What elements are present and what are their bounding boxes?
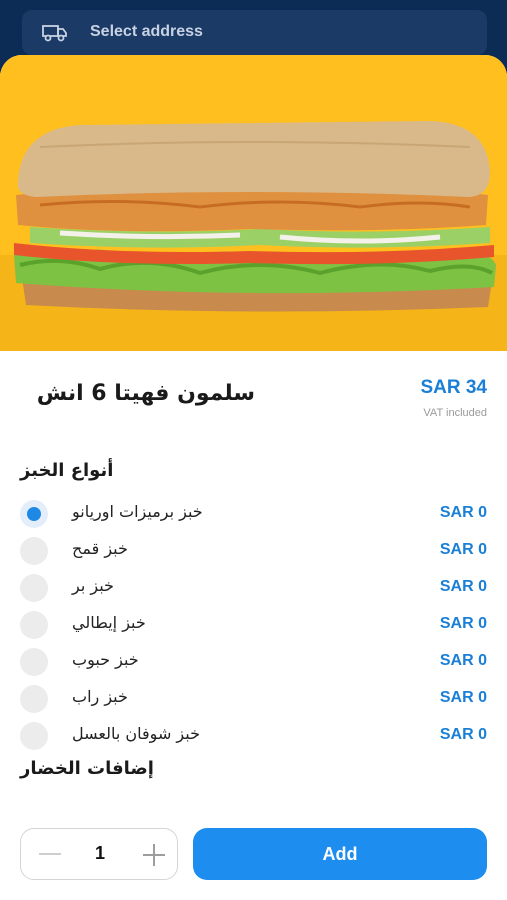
- bread-option-2[interactable]: خبز بر SAR 0: [0, 572, 507, 604]
- plus-icon[interactable]: [143, 844, 165, 866]
- minus-icon[interactable]: [39, 853, 61, 855]
- product-sheet: سلمون فهيتا 6 انش SAR 34 VAT included أن…: [0, 55, 507, 900]
- select-address-button[interactable]: Select address: [22, 10, 487, 55]
- select-address-label: Select address: [90, 23, 203, 40]
- product-title: سلمون فهيتا 6 انش: [36, 381, 255, 406]
- bread-option-0[interactable]: خبز برميزات اوريانو SAR 0: [0, 498, 507, 530]
- option-label: خبز قمح: [72, 539, 128, 558]
- option-price: SAR 0: [439, 578, 487, 595]
- bread-option-4[interactable]: خبز حبوب SAR 0: [0, 646, 507, 678]
- option-price: SAR 0: [439, 504, 487, 521]
- sandwich-image: [0, 55, 507, 351]
- option-label: خبز برميزات اوريانو: [72, 502, 203, 521]
- vat-note: VAT included: [423, 407, 487, 419]
- quantity-stepper[interactable]: 1: [20, 828, 178, 880]
- radio-button[interactable]: [20, 685, 48, 713]
- product-image: [0, 55, 507, 351]
- product-header: سلمون فهيتا 6 انش SAR 34 VAT included: [0, 373, 507, 433]
- add-button[interactable]: Add: [193, 828, 487, 880]
- option-label: خبز بر: [72, 576, 114, 595]
- radio-button-selected[interactable]: [20, 500, 48, 528]
- bread-section-title: أنواع الخبز: [20, 460, 114, 481]
- option-label: خبز حبوب: [72, 650, 139, 669]
- bread-option-6[interactable]: خبز شوفان بالعسل SAR 0: [0, 720, 507, 752]
- option-label: خبز راب: [72, 687, 128, 706]
- bread-option-1[interactable]: خبز قمح SAR 0: [0, 535, 507, 567]
- radio-button[interactable]: [20, 537, 48, 565]
- option-price: SAR 0: [439, 615, 487, 632]
- option-label: خبز شوفان بالعسل: [72, 724, 200, 743]
- product-price: SAR 34: [420, 377, 487, 398]
- bread-option-5[interactable]: خبز راب SAR 0: [0, 683, 507, 715]
- radio-button[interactable]: [20, 611, 48, 639]
- radio-button[interactable]: [20, 722, 48, 750]
- truck-icon: [42, 25, 67, 42]
- radio-button[interactable]: [20, 574, 48, 602]
- bread-option-3[interactable]: خبز إيطالي SAR 0: [0, 609, 507, 641]
- radio-button[interactable]: [20, 648, 48, 676]
- option-price: SAR 0: [439, 726, 487, 743]
- option-price: SAR 0: [439, 689, 487, 706]
- option-price: SAR 0: [439, 652, 487, 669]
- veg-section-title: إضافات الخضار: [20, 758, 154, 779]
- option-label: خبز إيطالي: [72, 613, 146, 632]
- quantity-value: 1: [94, 843, 105, 863]
- option-price: SAR 0: [439, 541, 487, 558]
